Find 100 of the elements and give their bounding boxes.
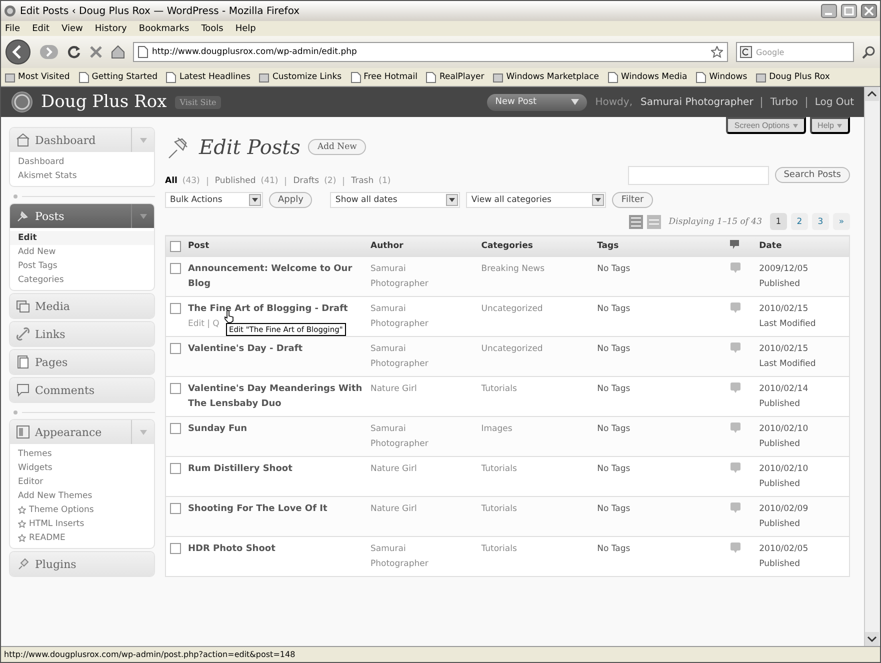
user-link[interactable]: Samurai Photographer xyxy=(640,96,754,108)
star-icon[interactable] xyxy=(711,46,723,58)
category-link[interactable]: Uncategorized xyxy=(481,304,543,314)
search-field[interactable]: Google xyxy=(736,42,854,62)
filter-link[interactable]: Drafts xyxy=(293,176,320,186)
menu-item[interactable]: Tools xyxy=(201,24,224,34)
author-link[interactable]: Samurai Photographer xyxy=(370,422,450,452)
search-posts-button[interactable]: Search Posts xyxy=(774,167,850,183)
close-icon[interactable] xyxy=(861,4,877,18)
screen-tab[interactable]: Help xyxy=(810,117,850,134)
apply-button[interactable]: Apply xyxy=(269,192,312,208)
filter-link[interactable]: Trash xyxy=(351,176,374,186)
submenu-item[interactable]: Dashboard xyxy=(10,155,154,169)
checkbox[interactable] xyxy=(170,343,181,354)
separator-handle-icon[interactable] xyxy=(13,194,18,198)
home-icon[interactable] xyxy=(111,45,125,59)
bookmark-link[interactable]: Latest Headlines xyxy=(166,72,250,82)
category-link[interactable]: Tutorials xyxy=(481,464,517,474)
menu-item[interactable]: Bookmarks xyxy=(138,24,190,34)
forward-icon[interactable] xyxy=(39,43,59,61)
comment-count-icon[interactable] xyxy=(730,342,742,354)
comment-count-icon[interactable] xyxy=(730,302,742,314)
back-icon[interactable] xyxy=(5,39,31,65)
menu-item[interactable]: Dashboard xyxy=(10,128,154,152)
page-link[interactable]: 3 xyxy=(812,213,829,230)
checkbox[interactable] xyxy=(170,543,181,554)
submenu-item[interactable]: Edit xyxy=(10,231,154,245)
author-link[interactable]: Samurai Photographer xyxy=(370,262,450,292)
submenu-item[interactable]: Categories xyxy=(10,273,154,287)
post-title-link[interactable]: Sunday Fun xyxy=(188,422,362,437)
checkbox[interactable] xyxy=(170,463,181,474)
maximize-icon[interactable] xyxy=(841,4,857,18)
comment-count-icon[interactable] xyxy=(730,462,742,474)
category-link[interactable]: Uncategorized xyxy=(481,344,543,354)
bulk-actions-select[interactable]: Bulk Actions xyxy=(165,192,263,208)
visit-site-button[interactable]: Visit Site xyxy=(174,96,222,108)
comment-count-icon[interactable] xyxy=(730,542,742,554)
toggle-arrow-icon[interactable] xyxy=(140,214,146,218)
bookmark-link[interactable]: Customize Links xyxy=(259,72,342,82)
menu-item[interactable]: File xyxy=(5,24,20,34)
page-link[interactable]: 1 xyxy=(770,213,787,230)
menu-item[interactable]: Help xyxy=(235,24,256,34)
checkbox[interactable] xyxy=(170,383,181,394)
bookmark-link[interactable]: Free Hotmail xyxy=(350,72,418,82)
bookmark-link[interactable]: Windows Marketplace xyxy=(493,72,599,82)
filter-link[interactable]: Published xyxy=(214,176,256,186)
submenu-item[interactable]: Add New xyxy=(10,245,154,259)
filter-link[interactable]: All xyxy=(165,176,178,186)
toggle-arrow-icon[interactable] xyxy=(140,138,146,142)
screen-tab[interactable]: Screen Options xyxy=(726,117,806,134)
category-link[interactable]: Breaking News xyxy=(481,264,545,274)
comment-count-icon[interactable] xyxy=(730,382,742,394)
submenu-item[interactable]: Editor xyxy=(10,475,154,489)
author-link[interactable]: Nature Girl xyxy=(370,502,450,517)
post-title-link[interactable]: The Fine Art of Blogging - Draft xyxy=(188,302,362,317)
separator-handle-icon[interactable] xyxy=(13,410,18,414)
checkbox[interactable] xyxy=(170,240,181,252)
menu-item[interactable]: Media xyxy=(10,294,154,318)
bookmark-link[interactable]: Windows Media xyxy=(608,72,688,82)
post-title-link[interactable]: Announcement: Welcome to Our Blog xyxy=(188,262,362,292)
checkbox[interactable] xyxy=(170,423,181,434)
submenu-item[interactable]: Theme Options xyxy=(10,503,154,517)
address-field[interactable]: http://www.dougplusrox.com/wp-admin/edit.php xyxy=(133,42,728,62)
submenu-item[interactable]: Themes xyxy=(10,447,154,461)
submenu-item[interactable]: Post Tags xyxy=(10,259,154,273)
checkbox[interactable] xyxy=(170,503,181,514)
menu-item[interactable]: Appearance xyxy=(10,420,154,444)
scroll-up-icon[interactable] xyxy=(865,87,879,101)
page-link[interactable]: 2 xyxy=(791,213,808,230)
bookmark-link[interactable]: RealPlayer xyxy=(426,72,484,82)
category-link[interactable]: Tutorials xyxy=(481,384,517,394)
checkbox[interactable] xyxy=(170,303,181,314)
bookmark-link[interactable]: Windows xyxy=(696,72,748,82)
categories-select[interactable]: View all categories xyxy=(466,192,606,208)
submenu-item[interactable]: Widgets xyxy=(10,461,154,475)
comment-count-icon[interactable] xyxy=(730,262,742,274)
list-view-icon[interactable] xyxy=(628,214,643,228)
minimize-icon[interactable] xyxy=(821,4,837,18)
header-link[interactable]: Log Out xyxy=(814,96,854,108)
post-title-link[interactable]: Shooting For The Love Of It xyxy=(188,502,362,517)
menu-item[interactable]: History xyxy=(94,24,127,34)
new-post-button[interactable]: New Post xyxy=(487,94,588,110)
menu-item[interactable]: Posts xyxy=(10,204,154,228)
post-title-link[interactable]: Valentine's Day - Draft xyxy=(188,342,362,357)
header-link[interactable]: Turbo xyxy=(770,96,798,108)
menu-item[interactable]: Edit xyxy=(32,24,50,34)
search-icon[interactable] xyxy=(862,45,876,59)
add-new-button[interactable]: Add New xyxy=(308,139,366,155)
scroll-down-icon[interactable] xyxy=(865,632,879,646)
category-link[interactable]: Tutorials xyxy=(481,544,517,554)
author-link[interactable]: Samurai Photographer xyxy=(370,342,450,372)
reload-icon[interactable] xyxy=(67,45,81,59)
checkbox[interactable] xyxy=(170,263,181,274)
scrollbar[interactable] xyxy=(864,87,880,646)
bookmark-link[interactable]: Doug Plus Rox xyxy=(756,72,830,82)
category-link[interactable]: Tutorials xyxy=(481,504,517,514)
excerpt-view-icon[interactable] xyxy=(646,214,661,228)
bookmark-link[interactable]: Most Visited xyxy=(5,72,70,82)
dates-select[interactable]: Show all dates xyxy=(330,192,460,208)
menu-item[interactable]: Plugins xyxy=(10,552,154,576)
